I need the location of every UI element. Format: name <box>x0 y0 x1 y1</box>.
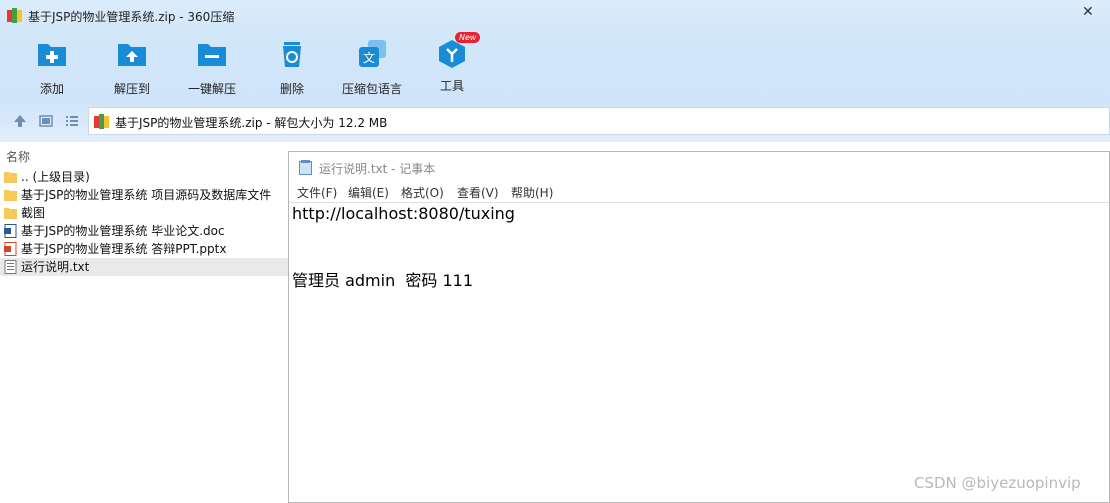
language-icon: 文 <box>359 40 386 67</box>
delete-label: 删除 <box>279 82 304 96</box>
notepad-window: 运行说明.txt - 记事本 文件(F) 编辑(E) 格式(O) 查看(V) 帮… <box>288 151 1110 503</box>
zip-file-icon <box>94 114 109 129</box>
delete-button[interactable]: 删除 <box>252 38 332 97</box>
list-item[interactable]: 基于JSP的物业管理系统 项目源码及数据库文件 <box>0 186 290 204</box>
file-rows: .. (上级目录) 基于JSP的物业管理系统 项目源码及数据库文件 截图 基于J… <box>0 168 290 276</box>
archive-language-button[interactable]: 文 压缩包语言 <box>332 38 412 97</box>
list-view-icon[interactable] <box>65 114 79 128</box>
word-doc-icon <box>4 224 17 238</box>
add-folder-icon <box>38 44 66 66</box>
one-click-extract-button[interactable]: 一键解压 <box>172 38 252 97</box>
column-header-name[interactable]: 名称 <box>6 148 30 165</box>
address-text: 基于JSP的物业管理系统.zip - 解包大小为 12.2 MB <box>115 116 388 130</box>
file-name: 基于JSP的物业管理系统 毕业论文.doc <box>21 224 225 238</box>
list-item[interactable]: 截图 <box>0 204 290 222</box>
extract-to-icon <box>118 44 146 66</box>
notepad-menu-bar: 文件(F) 编辑(E) 格式(O) 查看(V) 帮助(H) <box>289 182 1109 202</box>
file-name: 基于JSP的物业管理系统 答辩PPT.pptx <box>21 242 227 256</box>
menu-format[interactable]: 格式(O) <box>401 184 444 201</box>
notepad-title: 运行说明.txt - 记事本 <box>319 162 436 176</box>
menu-edit[interactable]: 编辑(E) <box>348 184 389 201</box>
add-label: 添加 <box>39 82 64 96</box>
svg-text:文: 文 <box>363 50 375 65</box>
recycle-bin-icon <box>283 42 301 67</box>
text-line-url[interactable]: http://localhost:8080/tuxing <box>292 204 515 223</box>
file-name: 基于JSP的物业管理系统 项目源码及数据库文件 <box>21 188 272 202</box>
file-list: 名称 .. (上级目录) 基于JSP的物业管理系统 项目源码及数据库文件 截图 … <box>0 144 290 503</box>
menu-help[interactable]: 帮助(H) <box>511 184 553 201</box>
tools-button[interactable]: New 工具 <box>412 32 492 94</box>
address-field[interactable]: 基于JSP的物业管理系统.zip - 解包大小为 12.2 MB <box>88 107 1110 135</box>
notepad-icon <box>299 160 312 175</box>
menu-file[interactable]: 文件(F) <box>297 184 337 201</box>
text-line-credentials[interactable]: 管理员 admin 密码 111 <box>292 267 473 291</box>
archive-language-label: 压缩包语言 <box>341 82 402 96</box>
folder-icon <box>4 208 17 219</box>
list-item[interactable]: 基于JSP的物业管理系统 答辩PPT.pptx <box>0 240 290 258</box>
toolbar: 添加 解压到 一键解压 删除 文 压缩包语言 New 工具 <box>0 32 1110 100</box>
list-item[interactable]: 基于JSP的物业管理系统 毕业论文.doc <box>0 222 290 240</box>
window-title: 基于JSP的物业管理系统.zip - 360压缩 <box>28 10 235 24</box>
folder-icon <box>4 190 17 201</box>
file-name: 运行说明.txt <box>21 260 90 274</box>
extract-to-label: 解压到 <box>113 82 150 96</box>
one-click-extract-label: 一键解压 <box>187 82 236 96</box>
watermark: CSDN @biyezuopinvip <box>914 474 1081 492</box>
title-bar: 基于JSP的物业管理系统.zip - 360压缩 ✕ <box>0 0 1110 32</box>
new-badge: New <box>455 32 481 43</box>
archive-app-icon <box>7 8 22 23</box>
text-file-icon <box>4 260 17 274</box>
menu-divider <box>289 202 1109 203</box>
notepad-title-bar: 运行说明.txt - 记事本 <box>289 152 1109 182</box>
add-button[interactable]: 添加 <box>12 38 92 97</box>
extract-to-button[interactable]: 解压到 <box>92 38 172 97</box>
one-click-extract-icon <box>198 44 226 66</box>
tools-label: 工具 <box>439 79 464 93</box>
file-name: .. (上级目录) <box>21 170 90 184</box>
file-name: 截图 <box>21 206 46 220</box>
menu-view[interactable]: 查看(V) <box>457 184 499 201</box>
thumbnail-view-icon[interactable] <box>39 114 53 128</box>
list-item[interactable]: 运行说明.txt <box>0 258 290 276</box>
close-icon[interactable]: ✕ <box>1082 4 1094 20</box>
folder-icon <box>4 172 17 183</box>
powerpoint-icon <box>4 242 17 256</box>
tools-icon-wrap: New <box>436 32 481 70</box>
list-item[interactable]: .. (上级目录) <box>0 168 290 186</box>
up-arrow-icon[interactable] <box>13 114 27 128</box>
